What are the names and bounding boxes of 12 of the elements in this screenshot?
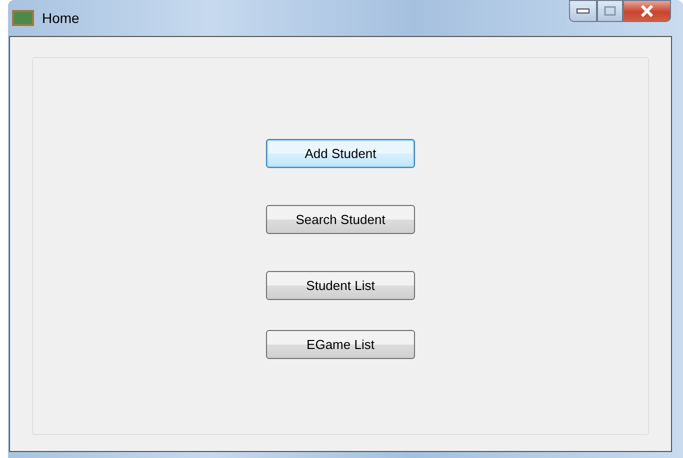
menu-button[interactable]: Add Student — [266, 139, 415, 168]
menu-button[interactable]: Search Student — [266, 205, 415, 234]
window-title: Home — [42, 8, 80, 28]
minimize-icon — [576, 8, 590, 14]
chalkboard-icon — [12, 10, 34, 26]
close-button[interactable] — [623, 0, 671, 22]
maximize-icon — [604, 6, 616, 16]
minimize-button[interactable] — [569, 0, 597, 22]
maximize-button[interactable] — [597, 0, 623, 22]
close-icon — [640, 5, 654, 17]
menu-button[interactable]: Student List — [266, 271, 415, 300]
menu-button[interactable]: EGame List — [266, 330, 415, 359]
